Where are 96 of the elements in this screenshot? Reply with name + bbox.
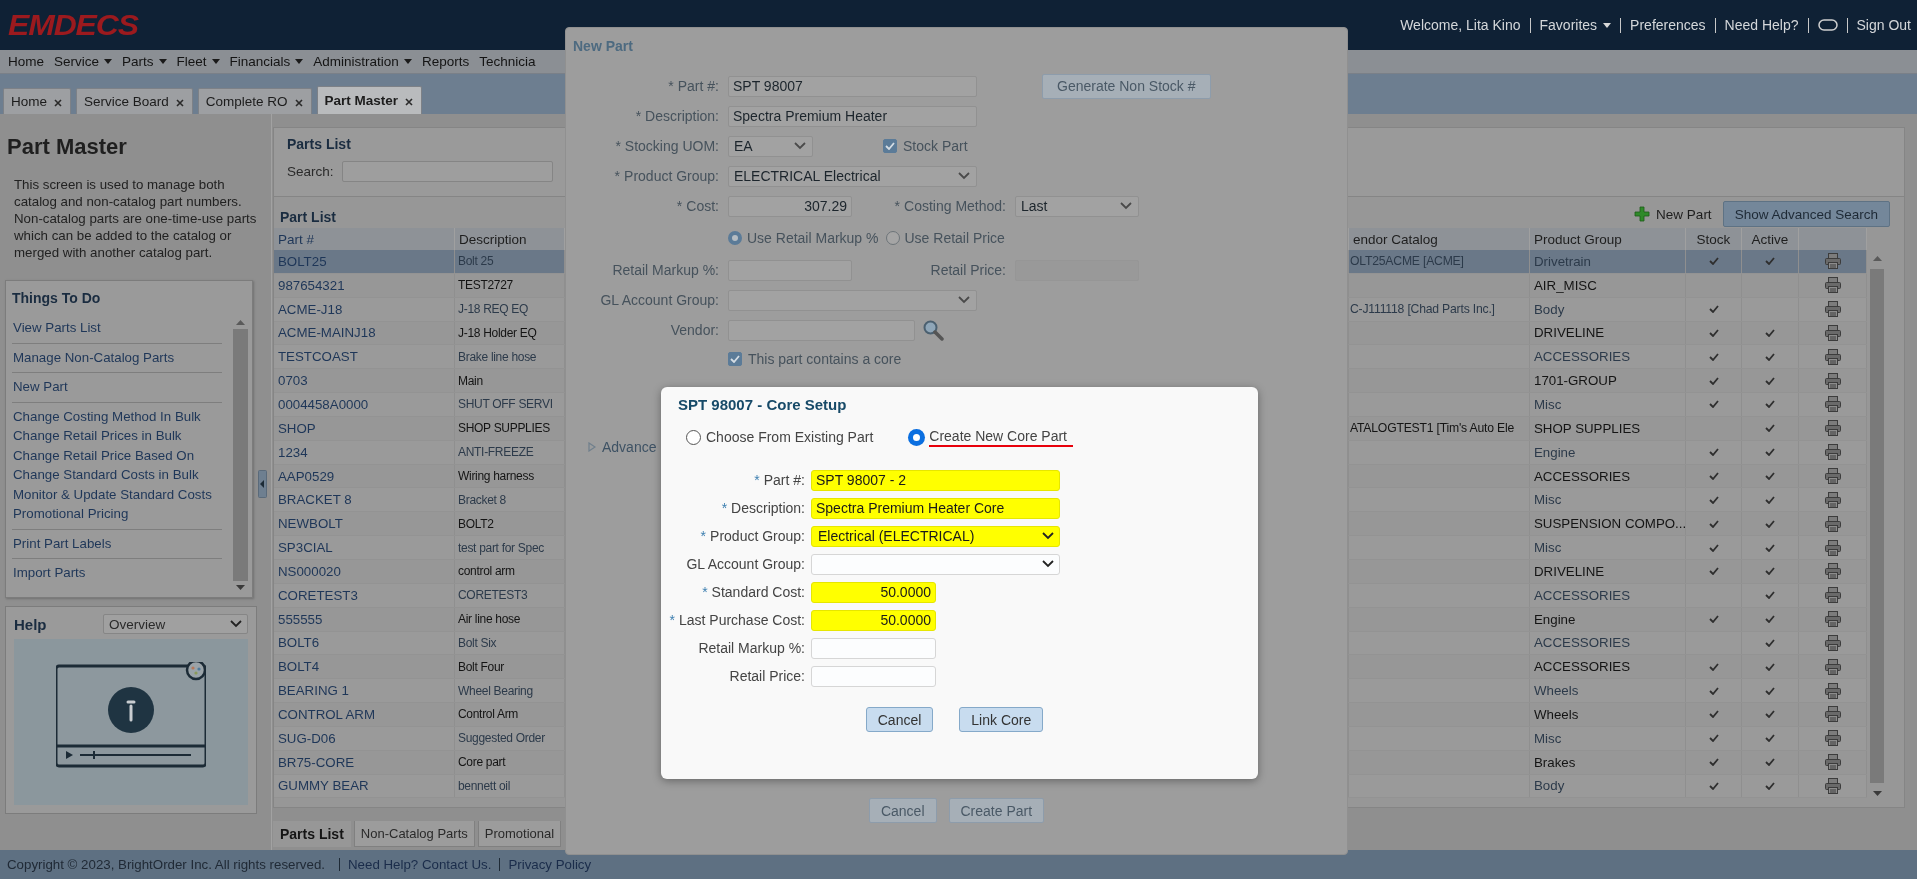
logo-text: EMDECS [8, 10, 138, 40]
table-cell: ACCESSORIES [1530, 345, 1686, 369]
table-cell: Wheels [1530, 679, 1686, 703]
table-cell: 1701-GROUP [1530, 369, 1686, 393]
table-cell: Wheels [1530, 703, 1686, 726]
field-label: Product Group: [624, 168, 719, 184]
page-title: Part Master [7, 134, 128, 160]
panel-title: Help [14, 615, 47, 633]
field-label: GL Account Group: [600, 292, 719, 308]
checkbox-label: Stock Part [903, 138, 968, 154]
radio-label: Use Retail Markup % [747, 230, 879, 246]
required-mark: * [669, 612, 675, 628]
radio-label: Use Retail Price [904, 230, 1005, 246]
table-cell: 0703 [274, 369, 455, 393]
table-cell: Engine [1530, 440, 1686, 464]
table-cell: ACCESSORIES [1530, 583, 1686, 607]
required-mark: * [676, 198, 683, 214]
table-cell: Misc [1530, 488, 1686, 512]
table-cell: ACME-MAINJ18 [274, 321, 455, 345]
panel-title: Parts List [287, 136, 351, 152]
search-label: Search: [287, 164, 334, 179]
table-cell: BOLT6 [274, 631, 455, 655]
table-cell: Misc [1530, 393, 1686, 416]
checkbox-label: This part contains a core [748, 351, 902, 367]
panel-title: Things To Do [11, 289, 102, 308]
table-cell: SHOP [274, 416, 455, 440]
table-cell: SUSPENSION COMPO... [1530, 512, 1686, 536]
table-cell: 987654321 [274, 273, 455, 297]
required-mark: * [668, 78, 674, 94]
field-label: Retail Markup %: [698, 640, 805, 656]
table-cell: AAP0529 [274, 464, 455, 488]
field-label: Part #: [677, 78, 719, 94]
intro-text: This screen is used to manage both catalog and non-catalog part numbers. Non-catalog parts are one-time-use parts which can be added to the catalog or merged with another catalog part. [14, 176, 258, 261]
field-label: Retail Price: [930, 262, 1006, 278]
table-cell: ACCESSORIES [1530, 631, 1686, 655]
required-mark: * [700, 528, 707, 544]
table-cell: SP3CIAL [274, 536, 455, 559]
required-mark: * [754, 472, 760, 488]
table-cell: BEARING 1 [274, 679, 455, 703]
table-cell: Brakes [1530, 750, 1686, 774]
table-cell: SHOP SUPPLIES [1530, 416, 1686, 440]
table-cell: ACCESSORIES [1530, 464, 1686, 488]
table-cell: ACME-J18 [274, 297, 455, 321]
table-cell: C-J111118 [Chad Parts Inc.] [1349, 297, 1530, 321]
required-mark: * [635, 108, 642, 124]
radio-label: Create New Core Part [929, 427, 1073, 447]
field-label: Last Purchase Cost: [678, 612, 805, 628]
field-label: GL Account Group: [686, 556, 805, 572]
field-label: Stocking UOM: [624, 138, 719, 154]
table-cell: Engine [1530, 607, 1686, 631]
field-label: Retail Price: [729, 668, 805, 684]
table-cell: GUMMY BEAR [274, 774, 455, 798]
field-label: Standard Cost: [711, 584, 805, 600]
field-label: Vendor: [670, 322, 719, 338]
table-cell: SUG-D06 [274, 726, 455, 750]
panel-title: Part List [280, 207, 336, 225]
table-cell: TESTCOAST [274, 345, 455, 369]
copyright-text: Copyright © 2023, BrightOrder Inc. All rights reserved. [7, 857, 325, 872]
field-label: Part #: [763, 472, 805, 488]
field-label: Description: [731, 500, 805, 516]
table-cell: Drivetrain [1530, 250, 1686, 273]
table-cell: Body [1530, 774, 1686, 798]
required-mark: * [894, 198, 901, 214]
table-cell: NEWBOLT [274, 512, 455, 536]
required-mark: * [615, 138, 621, 154]
table-cell: ACCESSORIES [1530, 655, 1686, 679]
radio-label: Choose From Existing Part [706, 428, 874, 446]
welcome-text: Welcome, Lita Kino [1400, 17, 1521, 33]
table-cell: 0004458A0000 [274, 393, 455, 416]
required-mark: * [614, 168, 621, 184]
table-cell: NS000020 [274, 559, 455, 583]
table-cell: DRIVELINE [1530, 321, 1686, 345]
table-cell: Misc [1530, 726, 1686, 750]
table-cell: BR75-CORE [274, 750, 455, 774]
table-cell: 555555 [274, 607, 455, 631]
field-label: Cost: [686, 198, 719, 214]
table-cell: OLT25ACME [ACME] [1349, 250, 1530, 273]
field-label: Description: [645, 108, 719, 124]
table-cell: CONTROL ARM [274, 703, 455, 726]
dialog-title: SPT 98007 - Core Setup [677, 395, 848, 415]
table-cell: BOLT4 [274, 655, 455, 679]
table-cell: DRIVELINE [1530, 559, 1686, 583]
table-cell: Misc [1530, 536, 1686, 559]
field-label: Product Group: [710, 528, 805, 544]
table-cell: ATALOGTEST1 [Tim's Auto Ele [1349, 416, 1530, 440]
required-mark: * [721, 500, 728, 516]
table-cell: 1234 [274, 440, 455, 464]
table-cell: AIR_MISC [1530, 273, 1686, 297]
dialog-title: New Part [573, 37, 634, 56]
table-cell: Body [1530, 297, 1686, 321]
field-label: Retail Markup %: [612, 262, 719, 278]
field-label: Costing Method: [904, 198, 1006, 214]
table-cell: CORETEST3 [274, 583, 455, 607]
required-mark: * [702, 584, 708, 600]
table-cell: BRACKET 8 [274, 488, 455, 512]
table-cell: BOLT25 [274, 250, 455, 273]
